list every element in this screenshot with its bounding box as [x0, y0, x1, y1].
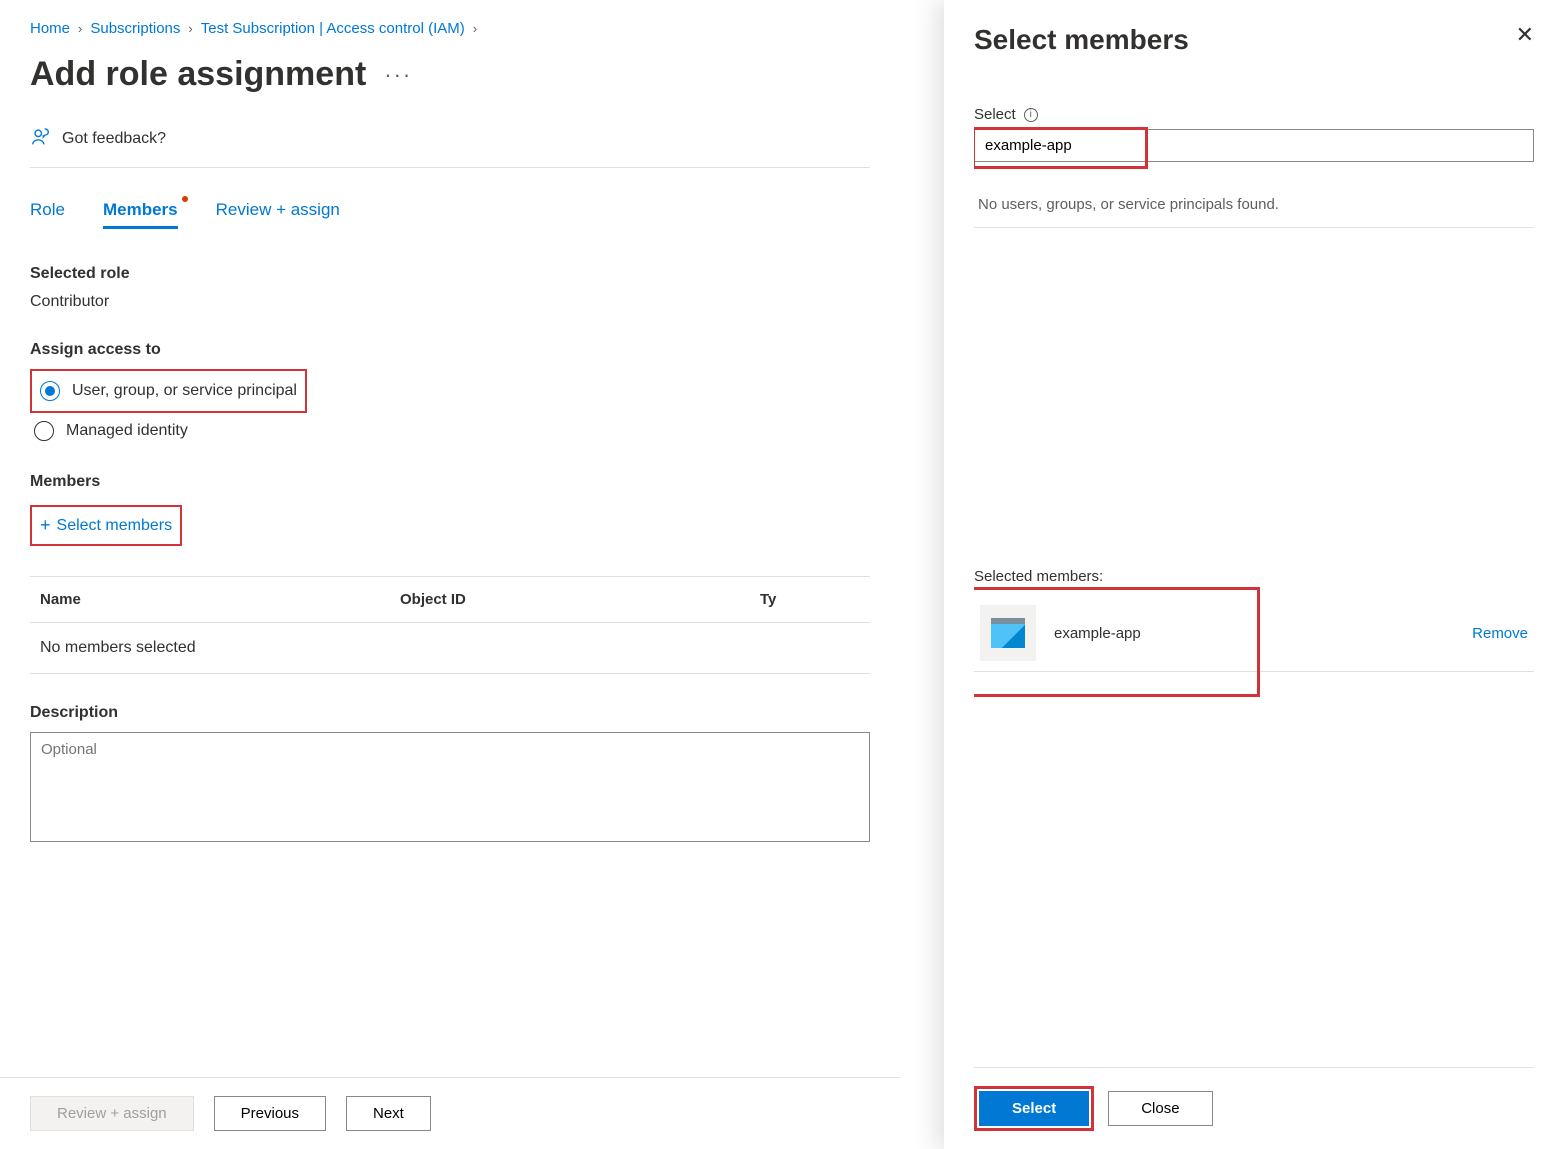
tab-review-assign[interactable]: Review + assign — [216, 200, 340, 229]
bottom-toolbar: Review + assign Previous Next — [0, 1077, 900, 1149]
review-assign-button[interactable]: Review + assign — [30, 1096, 194, 1131]
breadcrumb-home[interactable]: Home — [30, 20, 70, 37]
next-button[interactable]: Next — [346, 1096, 431, 1131]
tab-members[interactable]: Members — [103, 200, 178, 229]
highlight-box: Select — [974, 1086, 1094, 1131]
select-button[interactable]: Select — [979, 1091, 1089, 1126]
app-icon — [980, 605, 1036, 661]
page-title: Add role assignment — [30, 55, 366, 94]
no-results-message: No users, groups, or service principals … — [974, 182, 1534, 228]
members-section-label: Members — [30, 473, 870, 491]
selected-members-label: Selected members: — [974, 568, 1534, 585]
tab-role[interactable]: Role — [30, 200, 65, 229]
selected-role-label: Selected role — [30, 265, 870, 283]
radio-icon — [34, 421, 54, 441]
radio-user-group-label: User, group, or service principal — [72, 382, 297, 400]
select-members-link-label: Select members — [57, 517, 173, 535]
column-type: Ty — [760, 591, 860, 608]
notification-dot-icon — [182, 196, 188, 202]
radio-managed-identity-label: Managed identity — [66, 422, 188, 440]
feedback-icon — [30, 126, 52, 151]
selected-member-name: example-app — [1054, 625, 1141, 642]
breadcrumb: Home › Subscriptions › Test Subscription… — [30, 20, 870, 37]
column-name: Name — [40, 591, 400, 608]
select-label: Select — [974, 106, 1016, 123]
select-members-panel: Select members ✕ Select i No users, grou… — [944, 0, 1564, 1149]
breadcrumb-subscriptions[interactable]: Subscriptions — [90, 20, 180, 37]
highlight-box: User, group, or service principal — [30, 369, 307, 413]
chevron-right-icon: › — [188, 21, 192, 36]
select-members-link[interactable]: + Select members — [36, 509, 176, 542]
tabs: Role Members Review + assign — [30, 200, 870, 229]
selected-role-value: Contributor — [30, 293, 870, 311]
radio-managed-identity[interactable]: Managed identity — [30, 413, 870, 449]
radio-icon — [40, 381, 60, 401]
selected-member-row: example-app Remove — [974, 595, 1534, 672]
close-icon[interactable]: ✕ — [1516, 24, 1534, 46]
previous-button[interactable]: Previous — [214, 1096, 326, 1131]
panel-title: Select members — [974, 24, 1189, 56]
plus-icon: + — [40, 515, 51, 536]
breadcrumb-access-control[interactable]: Test Subscription | Access control (IAM) — [201, 20, 465, 37]
more-menu-icon[interactable]: ··· — [384, 62, 412, 88]
members-empty-row: No members selected — [30, 623, 870, 674]
feedback-link[interactable]: Got feedback? — [62, 130, 166, 148]
assign-access-label: Assign access to — [30, 341, 870, 359]
description-input[interactable] — [30, 732, 870, 842]
tab-members-label: Members — [103, 200, 178, 219]
column-object-id: Object ID — [400, 591, 760, 608]
info-icon[interactable]: i — [1024, 108, 1038, 122]
highlight-box: + Select members — [30, 505, 182, 546]
radio-user-group[interactable]: User, group, or service principal — [36, 373, 301, 409]
member-search-input[interactable] — [974, 129, 1534, 162]
chevron-right-icon: › — [473, 21, 477, 36]
remove-member-link[interactable]: Remove — [1472, 625, 1528, 642]
chevron-right-icon: › — [78, 21, 82, 36]
description-label: Description — [30, 704, 870, 722]
close-button[interactable]: Close — [1108, 1091, 1212, 1126]
